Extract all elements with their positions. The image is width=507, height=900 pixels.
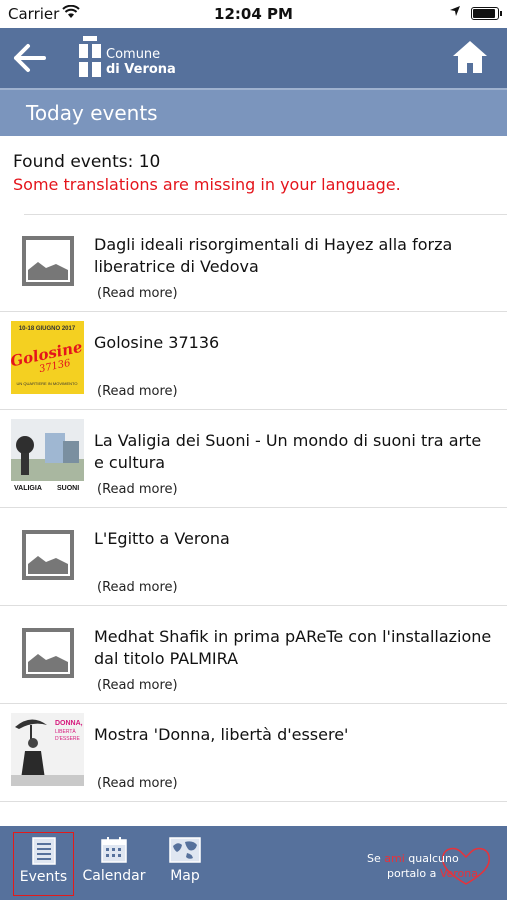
event-title: L'Egitto a Verona — [94, 529, 230, 548]
events-summary: Found events: 10 Some translations are m… — [13, 152, 401, 194]
event-title: Mostra 'Donna, libertà d'essere' — [94, 725, 349, 744]
tab-calendar[interactable]: Calendar — [82, 832, 146, 896]
calendar-icon — [101, 837, 127, 863]
nav-bar: Comune di Verona — [0, 28, 507, 88]
events-list-icon — [31, 837, 56, 865]
tab-bar: Events Calendar Map Se ami qualcuno port — [0, 826, 507, 900]
event-row[interactable]: 10-18 GIUGNO 2017 Golosine 37136 UN QUAR… — [0, 312, 507, 410]
tab-label: Events — [19, 869, 68, 885]
brand-line-2: portalo a Verona — [387, 867, 478, 880]
battery-icon — [471, 7, 502, 20]
brand-ami: ami — [384, 852, 405, 865]
tab-label: Map — [170, 868, 200, 884]
read-more-link[interactable]: (Read more) — [97, 580, 178, 595]
read-more-link[interactable]: (Read more) — [97, 286, 178, 301]
section-title: Today events — [26, 101, 158, 125]
brand-pre: Se — [367, 852, 385, 865]
event-list: Dagli ideali risorgimentali di Hayez all… — [0, 214, 507, 802]
poster-date: 10-18 GIUGNO 2017 — [19, 326, 76, 332]
map-icon — [169, 837, 201, 863]
valigia-poster: VALIGIA SUONI — [11, 419, 84, 492]
poster-text-left: VALIGIA — [14, 485, 42, 492]
se-ami-verona-brand: Se ami qualcuno portalo a Verona — [367, 844, 497, 888]
brand-verona: Verona — [439, 867, 478, 880]
back-arrow-icon[interactable] — [10, 38, 50, 78]
golosine-poster: 10-18 GIUGNO 2017 Golosine 37136 UN QUAR… — [11, 321, 84, 394]
tab-events[interactable]: Events — [13, 832, 74, 896]
event-row[interactable]: VALIGIA SUONI La Valigia dei Suoni - Un … — [0, 410, 507, 508]
event-title: Golosine 37136 — [94, 333, 220, 352]
verona-crest-icon — [79, 36, 101, 77]
location-arrow-icon — [449, 5, 461, 21]
image-placeholder-icon — [22, 530, 74, 580]
event-title: Medhat Shafik in prima pAReTe con l'inst… — [94, 627, 492, 668]
read-more-link[interactable]: (Read more) — [97, 678, 178, 693]
event-row[interactable]: L'Egitto a Verona (Read more) — [0, 508, 507, 606]
poster-line-2: LIBERTÀ — [55, 728, 76, 735]
read-more-link[interactable]: (Read more) — [97, 482, 178, 497]
event-row[interactable]: Medhat Shafik in prima pAReTe con l'inst… — [0, 606, 507, 704]
image-placeholder-icon — [22, 236, 74, 286]
poster-text-right: SUONI — [57, 485, 79, 492]
poster-subtitle: UN QUARTIERE IN MOVIMENTO — [17, 381, 78, 386]
translation-warning: Some translations are missing in your la… — [13, 175, 401, 194]
read-more-link[interactable]: (Read more) — [97, 776, 178, 791]
battery-fill — [473, 9, 495, 18]
home-icon[interactable] — [451, 38, 489, 76]
tab-label: Calendar — [82, 868, 146, 884]
logo-line-2: di Verona — [106, 62, 176, 77]
event-title: La Valigia dei Suoni - Un mondo di suoni… — [94, 431, 482, 472]
donna-poster: DONNA, LIBERTÀ D'ESSERE — [11, 713, 84, 786]
event-row[interactable]: Dagli ideali risorgimentali di Hayez all… — [0, 214, 507, 312]
tab-map[interactable]: Map — [160, 832, 210, 896]
poster-line-1: DONNA, — [55, 720, 83, 727]
brand-line-1: Se ami qualcuno — [367, 852, 459, 865]
status-bar: Carrier 12:04 PM — [0, 0, 507, 28]
image-placeholder-icon — [22, 628, 74, 678]
poster-line-3: D'ESSERE — [55, 736, 81, 742]
read-more-link[interactable]: (Read more) — [97, 384, 178, 399]
logo-line-1: Comune — [106, 47, 161, 62]
heart-icon — [441, 847, 491, 885]
comune-verona-logo: Comune di Verona — [78, 34, 188, 82]
event-row[interactable]: DONNA, LIBERTÀ D'ESSERE Mostra 'Donna, l… — [0, 704, 507, 802]
brand-mid: qualcuno — [404, 852, 459, 865]
status-time: 12:04 PM — [214, 5, 293, 23]
section-header: Today events — [0, 88, 507, 136]
event-title: Dagli ideali risorgimentali di Hayez all… — [94, 235, 453, 276]
brand-pre2: portalo a — [387, 867, 440, 880]
found-events-count: Found events: 10 — [13, 152, 161, 172]
